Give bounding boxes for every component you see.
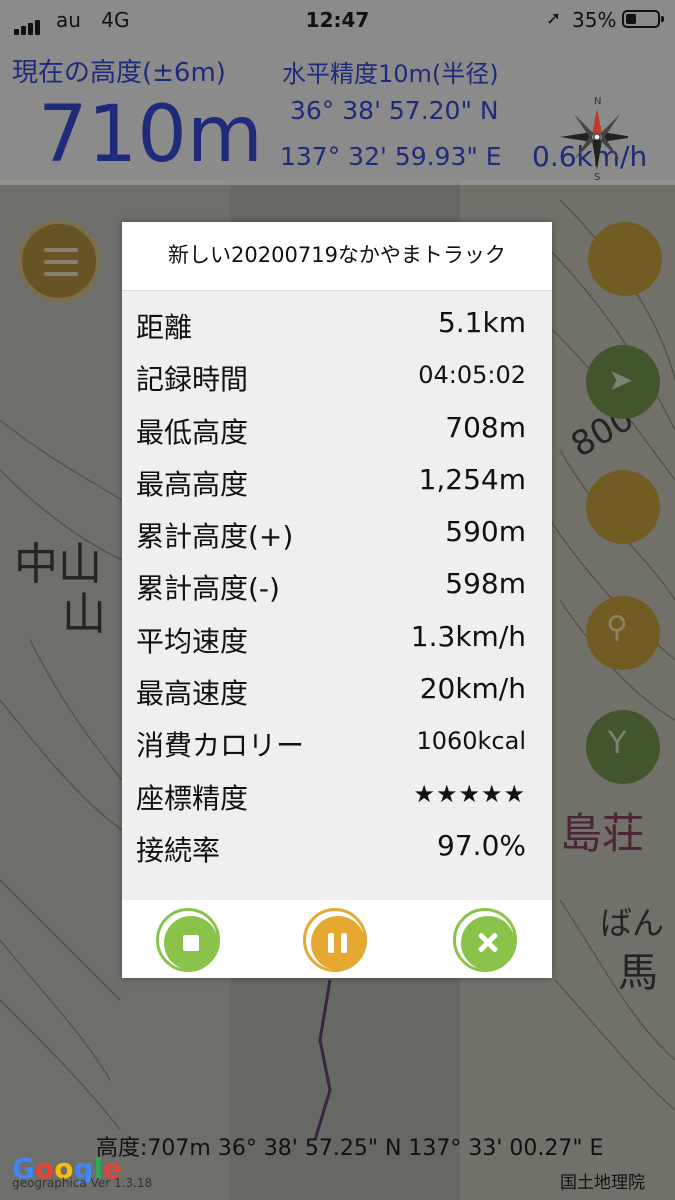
track-summary-dialog: 新しい20200719なかやまトラック 距離 5.1km 記録時間 04:05:02… [122, 222, 552, 978]
stat-label: 最低高度 [136, 415, 249, 449]
location-services-icon: ➚ [546, 8, 562, 29]
dialog-button-bar [122, 900, 552, 978]
pause-recording-button[interactable] [303, 908, 367, 972]
stat-label: 記録時間 [136, 363, 249, 397]
status-bar: au 4G 12:47 ➚ 35% [0, 0, 675, 40]
stat-value: 590m [445, 515, 526, 549]
stat-value: 1,254m [418, 462, 526, 496]
longitude: 137° 32' 59.93" E [280, 142, 502, 171]
stat-row-calories: 消費カロリー 1060kcal [122, 718, 552, 770]
pause-icon [311, 916, 365, 970]
stat-row-accuracy: 座標精度 ★★★★★ [122, 771, 552, 823]
star-rating: ★★★★★ [413, 779, 526, 808]
stat-value: 1.3km/h [410, 619, 526, 653]
dialog-title: 新しい20200719なかやまトラック [122, 222, 552, 291]
battery-percent: 35% [572, 8, 617, 32]
stat-label: 累計高度(-) [136, 572, 280, 606]
stat-label: 距離 [136, 311, 193, 344]
gps-info-header: 現在の高度(±6m) 710m 水平精度10m(半径) 36° 38' 57.2… [0, 40, 675, 185]
stat-row-ascent: 累計高度(+) 590m [122, 509, 552, 561]
altitude-value: 710m [38, 90, 263, 180]
accuracy-label: 水平精度10m(半径) [282, 60, 499, 88]
stat-value: 598m [445, 567, 526, 601]
stat-value: 20km/h [419, 672, 526, 706]
app-version: geographica Ver 1.3.18 [12, 1176, 153, 1190]
close-dialog-button[interactable] [453, 908, 517, 972]
stat-row-duration: 記録時間 04:05:02 [122, 352, 552, 404]
stat-value: 1060kcal [416, 727, 526, 756]
stat-label: 平均速度 [136, 624, 249, 658]
stat-label: 座標精度 [136, 781, 249, 815]
stat-label: 最高速度 [136, 677, 249, 711]
map-attribution: 国土地理院 [560, 1173, 645, 1193]
stat-value: 97.0% [437, 828, 526, 862]
stat-row-max-speed: 最高速度 20km/h [122, 666, 552, 718]
stat-label: 接続率 [136, 833, 221, 867]
stat-label: 最高高度 [136, 467, 249, 501]
stat-value: 5.1km [437, 306, 526, 339]
stat-row-connection-rate: 接続率 97.0% [122, 823, 552, 875]
stop-icon [164, 916, 218, 970]
latitude: 36° 38' 57.20" N [290, 96, 499, 125]
stat-row-max-altitude: 最高高度 1,254m [122, 457, 552, 509]
altitude-label: 現在の高度(±6m) [12, 58, 226, 88]
stat-label: 累計高度(+) [136, 520, 294, 554]
stat-row-avg-speed: 平均速度 1.3km/h [122, 614, 552, 666]
stat-label: 消費カロリー [136, 729, 305, 763]
stat-row-min-altitude: 最低高度 708m [122, 405, 552, 457]
stop-recording-button[interactable] [156, 908, 220, 972]
compass-s: S [594, 172, 600, 182]
stat-row-descent: 累計高度(-) 598m [122, 561, 552, 613]
battery-icon [622, 10, 664, 28]
track-stats-list: 距離 5.1km 記録時間 04:05:02 最低高度 708m 最高高度 1,254m… [122, 300, 552, 875]
cursor-coordinates: 高度:707m 36° 38' 57.25" N 137° 33' 00.27"… [96, 1136, 604, 1161]
compass-icon: N S m [560, 96, 628, 182]
close-icon [461, 916, 515, 970]
compass-n: N [594, 96, 601, 107]
stat-value: 708m [445, 410, 526, 444]
stat-row-distance: 距離 5.1km [122, 300, 552, 352]
stat-value: 04:05:02 [418, 361, 526, 390]
